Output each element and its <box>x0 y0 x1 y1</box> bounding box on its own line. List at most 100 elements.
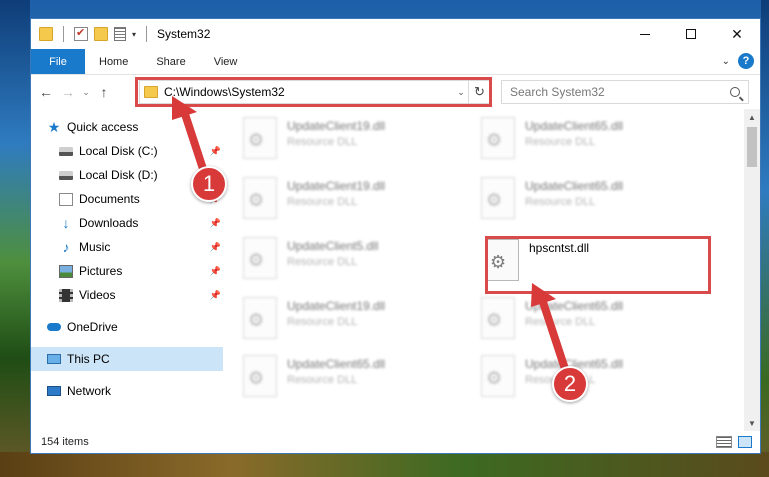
file-item[interactable]: UpdateClient19.dll Resource DLL <box>243 177 463 231</box>
scroll-down-icon[interactable]: ▼ <box>744 415 760 431</box>
maximize-icon <box>686 29 696 39</box>
recent-locations-button[interactable]: ⌄ <box>79 87 93 98</box>
pin-icon[interactable]: 📌 <box>210 218 221 229</box>
large-icons-view-icon[interactable] <box>738 436 752 448</box>
file-item[interactable]: UpdateClient65.dllResource DLL <box>481 117 701 171</box>
pin-icon[interactable]: 📌 <box>210 266 221 277</box>
file-name: UpdateClient65.dll <box>525 119 624 133</box>
status-bar: 154 items <box>31 431 760 453</box>
search-input[interactable]: Search System32 <box>501 80 749 104</box>
toolbar-separator <box>146 26 148 42</box>
up-button[interactable]: ↑ <box>93 84 115 100</box>
file-item[interactable]: UpdateClient65.dll Resource DLL <box>481 177 701 231</box>
file-highlight-box <box>485 236 711 294</box>
sidebar-item-label: Network <box>67 384 112 398</box>
pin-icon[interactable]: 📌 <box>210 290 221 301</box>
file-item[interactable]: UpdateClient19.dll Resource DLL <box>243 117 463 171</box>
back-button[interactable]: ← <box>35 84 57 100</box>
file-item[interactable]: UpdateClient65.dll Resource DLL <box>481 297 701 351</box>
properties-check-icon[interactable] <box>74 26 88 41</box>
navigation-pane: ★ Quick access Local Disk (C:) 📌 Local D… <box>31 109 223 431</box>
scroll-up-icon[interactable]: ▲ <box>744 109 760 125</box>
view-buttons <box>716 436 752 448</box>
file-name: UpdateClient19.dll <box>287 179 386 193</box>
ribbon-tabs: File Home Share View ⌄ ? <box>31 49 760 75</box>
address-highlight-box <box>135 77 492 107</box>
close-button[interactable]: ✕ <box>714 19 760 49</box>
ribbon-right-controls: ⌄ ? <box>722 53 754 69</box>
navigation-bar: ← → ⌄ ↑ C:\Windows\System32 ⌄ ↻ Search S… <box>31 75 760 109</box>
star-icon: ★ <box>47 118 61 135</box>
quick-access-toolbar: ▾ System32 <box>31 26 210 42</box>
explorer-body: ★ Quick access Local Disk (C:) 📌 Local D… <box>31 109 760 431</box>
minimize-button[interactable] <box>622 19 668 49</box>
sidebar-item-label: Videos <box>79 288 116 302</box>
file-name: UpdateClient65.dll <box>287 357 386 371</box>
sidebar-item-label: Local Disk (D:) <box>79 168 158 182</box>
sidebar-item-downloads[interactable]: ↓ Downloads 📌 <box>31 211 223 235</box>
file-item[interactable]: UpdateClient19.dll Resource DLL <box>243 297 463 351</box>
downloads-icon: ↓ <box>62 214 70 231</box>
sidebar-item-label: This PC <box>67 352 110 366</box>
dll-file-icon <box>481 297 515 339</box>
dll-file-icon <box>243 117 277 159</box>
tab-share[interactable]: Share <box>142 49 199 74</box>
file-item[interactable]: UpdateClient5.dll Resource DLL <box>243 237 463 291</box>
scroll-thumb[interactable] <box>747 127 757 167</box>
item-count: 154 items <box>41 436 89 448</box>
help-icon[interactable]: ? <box>738 53 754 69</box>
sidebar-item-this-pc[interactable]: This PC <box>31 347 223 371</box>
tab-view[interactable]: View <box>200 49 252 74</box>
file-name: UpdateClient65.dll <box>525 179 624 193</box>
pin-icon[interactable]: 📌 <box>210 146 221 157</box>
cloud-icon <box>47 323 61 331</box>
title-bar: ▾ System32 ✕ <box>31 19 760 49</box>
desktop-wallpaper-right <box>761 0 769 477</box>
tab-home[interactable]: Home <box>85 49 142 74</box>
sidebar-item-label: OneDrive <box>67 320 118 334</box>
maximize-button[interactable] <box>668 19 714 49</box>
expand-ribbon-chevron-icon[interactable]: ⌄ <box>722 56 730 67</box>
dll-file-icon <box>481 355 515 397</box>
sidebar-item-videos[interactable]: Videos 📌 <box>31 283 223 307</box>
music-icon: ♪ <box>62 238 70 255</box>
sidebar-item-music[interactable]: ♪ Music 📌 <box>31 235 223 259</box>
file-type: Resource DLL <box>525 196 596 208</box>
computer-icon <box>47 354 61 364</box>
sidebar-item-label: Pictures <box>79 264 123 278</box>
customize-toolbar-dropdown[interactable]: ▾ <box>132 30 136 39</box>
details-view-icon[interactable] <box>716 436 732 448</box>
file-type: Resource DLL <box>525 316 596 328</box>
file-name: UpdateClient19.dll <box>287 119 386 133</box>
toolbar-separator <box>63 26 64 42</box>
disk-icon <box>59 170 73 180</box>
sidebar-item-local-disk-c[interactable]: Local Disk (C:) 📌 <box>31 139 223 163</box>
properties-list-icon[interactable] <box>114 27 126 41</box>
network-icon <box>47 386 61 396</box>
file-item[interactable]: UpdateClient65.dllResource DLL <box>243 355 463 409</box>
search-placeholder[interactable]: Search System32 <box>510 85 605 99</box>
videos-icon <box>59 288 73 302</box>
new-folder-icon[interactable] <box>94 27 108 41</box>
sidebar-item-label: Music <box>79 240 111 254</box>
pin-icon[interactable]: 📌 <box>210 242 221 253</box>
dll-file-icon <box>243 177 277 219</box>
sidebar-item-onedrive[interactable]: OneDrive <box>31 315 223 339</box>
sidebar-item-quick-access[interactable]: ★ Quick access <box>31 115 223 139</box>
close-icon: ✕ <box>731 25 743 42</box>
forward-button[interactable]: → <box>57 84 79 100</box>
file-type: Resource DLL <box>287 136 358 148</box>
tab-file[interactable]: File <box>31 49 85 74</box>
pictures-icon <box>59 264 73 278</box>
sidebar-item-label: Local Disk (C:) <box>79 144 158 158</box>
window-title: System32 <box>157 27 211 41</box>
file-name: UpdateClient65.dll <box>525 299 624 313</box>
desktop-wallpaper-left <box>0 0 30 477</box>
file-type: Resource DLL <box>287 256 358 268</box>
sidebar-item-pictures[interactable]: Pictures 📌 <box>31 259 223 283</box>
sidebar-item-network[interactable]: Network <box>31 379 223 403</box>
minimize-icon <box>640 33 650 35</box>
file-item[interactable]: UpdateClient65.dllResource DLL <box>481 355 701 409</box>
vertical-scrollbar[interactable]: ▲ ▼ <box>744 109 760 431</box>
